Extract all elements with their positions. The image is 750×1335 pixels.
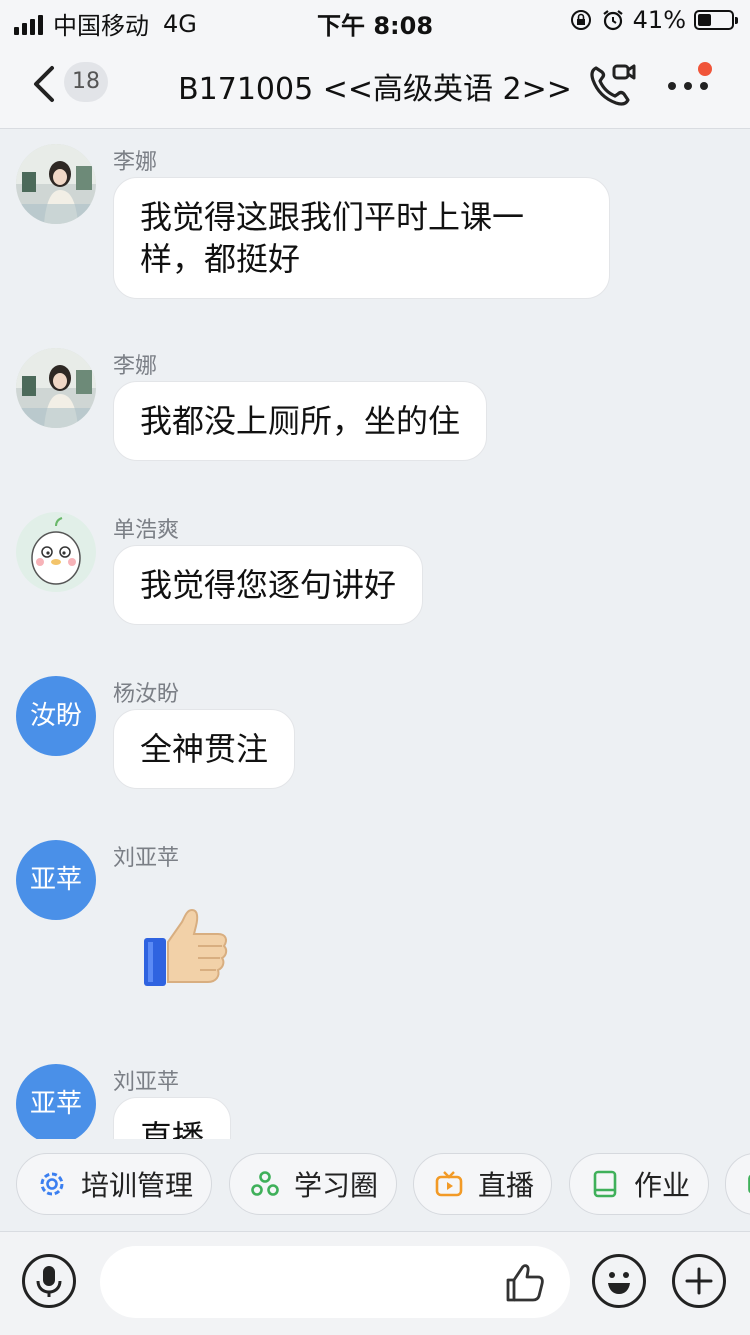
message-bubble[interactable]: 我都没上厕所，坐的住	[113, 381, 488, 461]
quick-action-label: 学习圈	[294, 1169, 379, 1202]
smiley-icon	[608, 1272, 630, 1294]
sender-name: 刘亚苹	[113, 1070, 180, 1095]
input-bar	[0, 1231, 750, 1335]
status-right: 41%	[569, 6, 738, 34]
quick-action-label: 作业	[634, 1169, 691, 1202]
sender-name: 李娜	[113, 354, 158, 379]
avatar[interactable]: 亚苹	[16, 840, 96, 920]
more-options-button[interactable]	[664, 62, 714, 108]
quick-action-bar: 培训管理 学习圈 直播 作业	[0, 1139, 750, 1231]
voice-input-button[interactable]	[22, 1254, 76, 1308]
back-button[interactable]	[26, 60, 66, 108]
chat-title: B171005 <<高级英语 2>>	[178, 72, 572, 107]
quick-action-training[interactable]: 培训管理	[16, 1153, 212, 1215]
quick-action-label: 直播	[478, 1169, 535, 1202]
avatar[interactable]	[16, 512, 96, 592]
chat-header: 18 B171005 <<高级英语 2>>	[0, 40, 750, 129]
sender-name: 李娜	[113, 150, 158, 175]
unread-count-badge[interactable]: 18	[64, 62, 108, 102]
quick-action-homework[interactable]: 作业	[569, 1153, 709, 1215]
message-list[interactable]: 李娜 我觉得这跟我们平时上课一样，都挺好 李娜 我都没上厕所，坐的住 单浩爽 我…	[0, 129, 750, 1139]
book-icon	[593, 1170, 617, 1198]
quick-action-study-circle[interactable]: 学习圈	[229, 1153, 397, 1215]
avatar[interactable]	[16, 144, 96, 224]
avatar[interactable]: 亚苹	[16, 1064, 96, 1139]
microphone-icon	[36, 1266, 62, 1297]
thumbs-up-icon[interactable]	[138, 904, 230, 990]
add-attachment-button[interactable]	[672, 1254, 726, 1308]
avatar[interactable]	[16, 348, 96, 428]
message-bubble[interactable]: 全神贯注	[113, 709, 296, 789]
status-bar: 中国移动 4G 下午 8:08 41%	[0, 0, 750, 40]
gear-icon	[40, 1172, 64, 1196]
circle-group-icon	[251, 1171, 279, 1196]
battery-percent: 41%	[632, 6, 686, 34]
cartoon-avatar-icon	[16, 512, 96, 592]
more-action-icon	[748, 1174, 750, 1194]
notification-dot	[698, 62, 712, 76]
battery-level	[698, 14, 712, 26]
sender-name: 单浩爽	[113, 518, 180, 543]
alarm-icon	[602, 10, 623, 31]
thumbs-up-icon[interactable]	[500, 1260, 548, 1306]
profile-photo-icon	[16, 144, 96, 224]
sender-name: 杨汝盼	[113, 682, 180, 707]
quick-action-label: 培训管理	[81, 1169, 194, 1202]
rotation-lock-icon	[570, 10, 591, 30]
emoji-button[interactable]	[592, 1254, 646, 1308]
sender-name: 刘亚苹	[113, 846, 180, 871]
message-bubble[interactable]: 直播	[113, 1097, 232, 1139]
tv-icon	[435, 1171, 463, 1197]
video-call-icon[interactable]	[586, 60, 638, 110]
quick-action-live[interactable]: 直播	[413, 1153, 552, 1215]
message-bubble[interactable]: 我觉得您逐句讲好	[113, 545, 424, 625]
quick-action-more[interactable]	[725, 1153, 750, 1215]
profile-photo-icon	[16, 348, 96, 428]
message-bubble[interactable]: 我觉得这跟我们平时上课一样，都挺好	[113, 177, 610, 299]
more-dots-icon	[668, 82, 708, 90]
battery-icon	[694, 10, 738, 30]
avatar[interactable]: 汝盼	[16, 676, 96, 756]
plus-icon	[685, 1267, 713, 1295]
